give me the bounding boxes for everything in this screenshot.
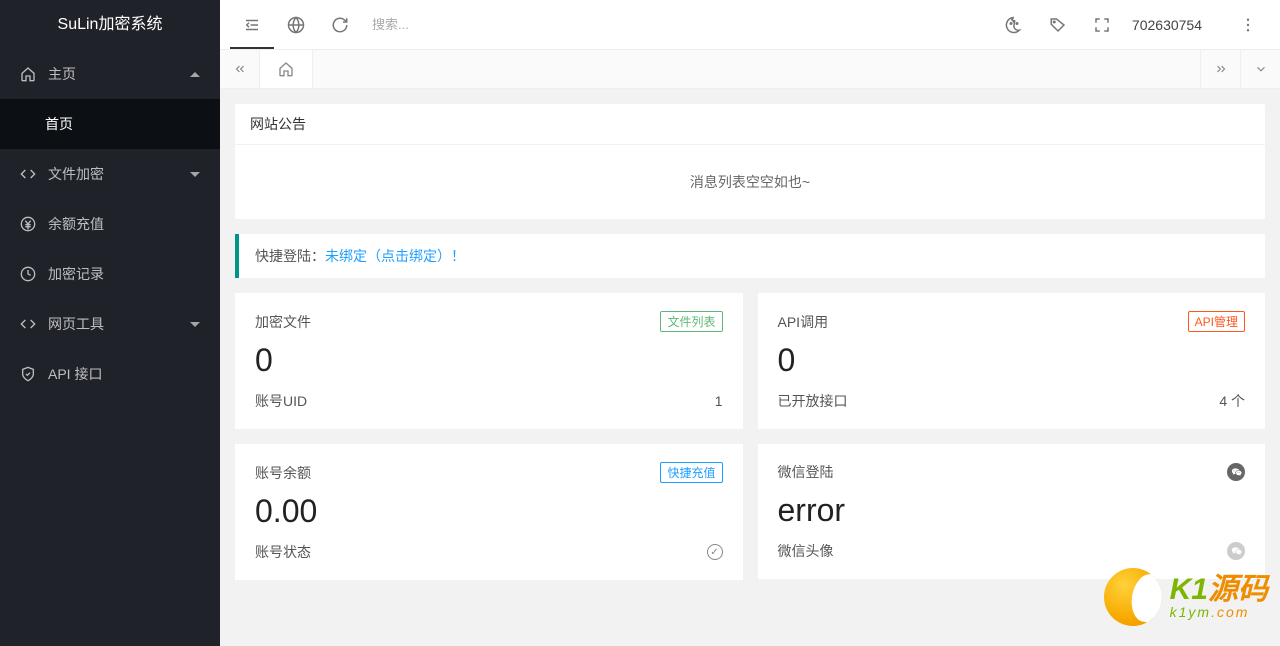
quick-login-prefix: 快捷登陆： [255,248,325,264]
announcement-empty: 消息列表空空如也~ [250,160,1250,204]
card-title: API调用 [778,312,829,332]
sidebar-item-home-index[interactable]: 首页 [0,99,220,149]
balance-value: 0.00 [255,493,723,530]
code-icon [20,166,36,182]
tab-home[interactable] [260,50,313,88]
api-manage-button[interactable]: API管理 [1188,311,1245,332]
uid-value: 1 [715,393,723,409]
sidebar-item-label: API 接口 [48,349,102,399]
card-api-calls: API调用 API管理 0 已开放接口 4 个 [758,293,1266,429]
search-input[interactable] [362,9,562,40]
sidebar-item-label: 首页 [45,99,73,149]
quick-recharge-button[interactable]: 快捷充值 [660,462,722,483]
wechat-icon [1227,542,1245,560]
more-menu-button[interactable] [1226,0,1270,49]
api-call-value: 0 [778,342,1246,379]
chevron-down-icon [190,172,200,177]
sidebar-item-label: 余额充值 [48,199,104,249]
open-api-label: 已开放接口 [778,391,848,411]
globe-icon[interactable] [274,0,318,49]
check-circle-icon: ✓ [707,544,723,560]
wechat-icon[interactable] [1227,463,1245,481]
fullscreen-button[interactable] [1080,0,1124,49]
wechat-avatar-label: 微信头像 [778,541,834,561]
wechat-value: error [778,492,1246,529]
chevron-down-icon [190,322,200,327]
card-title: 微信登陆 [778,462,834,482]
tabs-scroll-right[interactable] [1200,50,1240,88]
chevron-down-icon [1208,22,1218,27]
card-wechat: 微信登陆 error 微信头像 [758,444,1266,579]
home-icon [278,61,294,77]
main-content: 网站公告 消息列表空空如也~ 快捷登陆：未绑定（点击绑定）！ 加密文件 文件列表… [220,0,1280,610]
sidebar-item-home[interactable]: 主页 [0,49,220,99]
sidebar-item-balance-recharge[interactable]: 余额充值 [0,199,220,249]
announcement-card: 网站公告 消息列表空空如也~ [235,104,1265,219]
theme-icon[interactable] [992,0,1036,49]
encrypt-count-value: 0 [255,342,723,379]
chevron-up-icon [190,72,200,77]
tabs-scroll-left[interactable] [220,50,260,88]
quick-login-notice: 快捷登陆：未绑定（点击绑定）！ [235,234,1265,278]
announcement-title: 网站公告 [235,104,1265,145]
user-menu[interactable]: 702630754 [1124,17,1226,33]
yen-icon [20,216,36,232]
shield-icon [20,366,36,382]
top-header: 702630754 [220,0,1280,49]
card-encrypt-files: 加密文件 文件列表 0 账号UID 1 [235,293,743,429]
sidebar-item-file-encrypt[interactable]: 文件加密 [0,149,220,199]
sidebar-item-web-tools[interactable]: 网页工具 [0,299,220,349]
sidebar-item-label: 主页 [48,49,76,99]
quick-login-bind-link[interactable]: 未绑定（点击绑定）！ [325,248,465,264]
code-icon [20,316,36,332]
user-id-label: 702630754 [1132,17,1202,33]
clock-icon [20,266,36,282]
collapse-sidebar-button[interactable] [230,0,274,49]
sidebar: SuLin加密系统 主页 首页 文件加密 [0,0,220,646]
uid-label: 账号UID [255,391,307,411]
tag-icon[interactable] [1036,0,1080,49]
app-title: SuLin加密系统 [0,0,220,49]
account-status-label: 账号状态 [255,542,311,562]
file-list-button[interactable]: 文件列表 [660,311,722,332]
home-icon [20,66,36,82]
card-title: 加密文件 [255,312,311,332]
card-balance: 账号余额 快捷充值 0.00 账号状态 ✓ [235,444,743,580]
open-api-value: 4 个 [1219,391,1245,411]
card-title: 账号余额 [255,463,311,483]
sidebar-item-label: 网页工具 [48,299,104,349]
tab-bar [220,49,1280,89]
sidebar-item-label: 加密记录 [48,249,104,299]
sidebar-item-api[interactable]: API 接口 [0,349,220,399]
sidebar-item-encrypt-log[interactable]: 加密记录 [0,249,220,299]
refresh-button[interactable] [318,0,362,49]
tabs-menu-button[interactable] [1240,50,1280,88]
sidebar-item-label: 文件加密 [48,149,104,199]
